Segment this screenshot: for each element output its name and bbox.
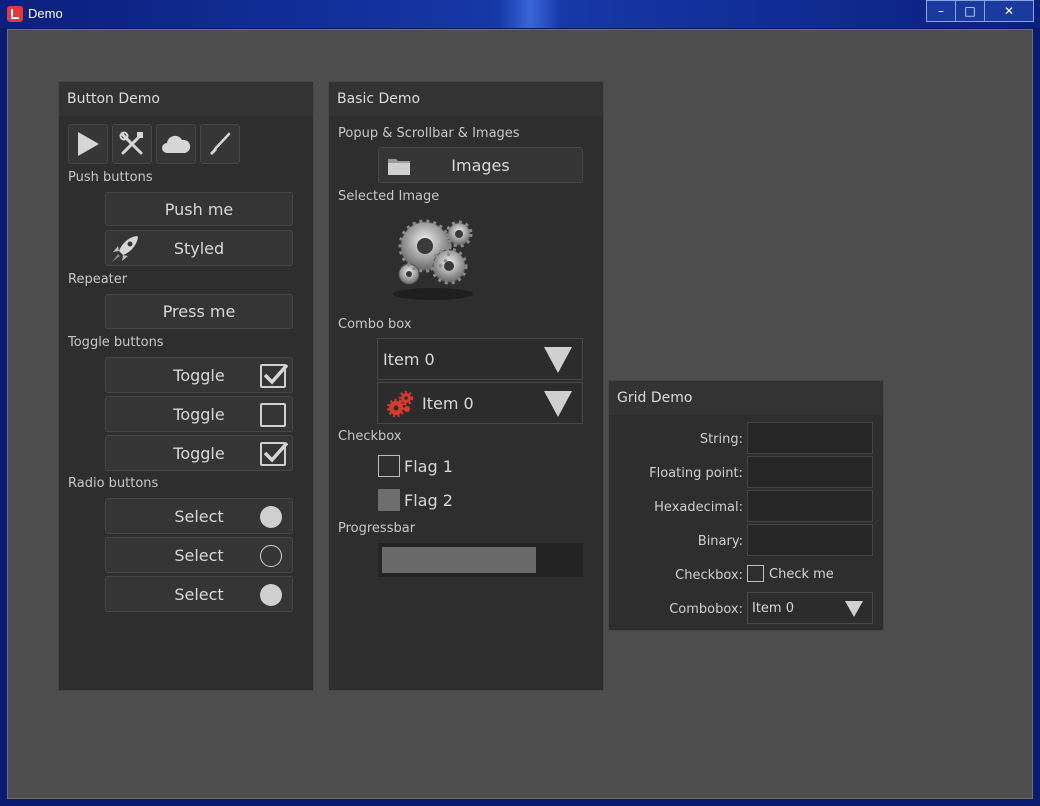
button-demo-panel: Button Demo Push buttons Push me Styled …	[58, 81, 314, 691]
styled-button-label: Styled	[173, 238, 225, 258]
radio-selected-icon	[260, 584, 282, 606]
selected-image-label: Selected Image	[338, 189, 440, 204]
combo-box-label: Combo box	[338, 317, 412, 332]
grid-demo-panel: Grid Demo String: Floating point: Hexade…	[608, 380, 884, 631]
client-area: Button Demo Push buttons Push me Styled …	[7, 29, 1033, 799]
grid-combobox[interactable]: Item 0	[747, 592, 873, 624]
progress-fill	[382, 547, 536, 573]
toggle-label: Toggle	[173, 443, 225, 463]
images-button-label: Images	[451, 155, 510, 175]
radio-button-3[interactable]: Select	[105, 576, 293, 612]
flag2-label: Flag 2	[404, 491, 453, 510]
combo-value: Item 0	[752, 601, 794, 616]
app-icon	[7, 6, 23, 22]
toggle-button-2[interactable]: Toggle	[105, 396, 293, 432]
combobox-label: Combobox:	[669, 602, 743, 617]
checkbox-label: Checkbox:	[675, 568, 743, 583]
binary-field[interactable]	[747, 524, 873, 556]
folder-icon	[387, 156, 411, 180]
toggle-button-1[interactable]: Toggle	[105, 357, 293, 393]
string-label: String:	[699, 432, 743, 447]
flag1-label: Flag 1	[404, 457, 453, 476]
binary-label: Binary:	[697, 534, 743, 549]
push-buttons-label: Push buttons	[68, 170, 153, 185]
toggle-label: Toggle	[173, 404, 225, 424]
press-me-button[interactable]: Press me	[105, 294, 293, 329]
gears-image[interactable]	[385, 212, 481, 302]
checkbox-section-label: Checkbox	[338, 429, 402, 444]
brush-icon[interactable]	[200, 124, 240, 164]
radio-label: Select	[174, 584, 224, 604]
play-icon[interactable]	[68, 124, 108, 164]
toggle-button-3[interactable]: Toggle	[105, 435, 293, 471]
gear-icon	[386, 390, 414, 422]
title-bar[interactable]: Demo – □ ✕	[0, 0, 1040, 28]
repeater-label: Repeater	[68, 272, 128, 287]
toggle-buttons-label: Toggle buttons	[68, 335, 164, 350]
basic-demo-panel: Basic Demo Popup & Scrollbar & Images Im…	[328, 81, 604, 691]
hexadecimal-field[interactable]	[747, 490, 873, 522]
images-button[interactable]: Images	[378, 147, 583, 183]
floating-point-field[interactable]	[747, 456, 873, 488]
checkbox-filled-icon	[378, 489, 400, 511]
rocket-icon	[109, 233, 141, 269]
checkbox-empty-icon	[747, 565, 764, 582]
chevron-down-icon	[544, 391, 572, 417]
panel-title: Button Demo	[59, 82, 313, 116]
hexadecimal-label: Hexadecimal:	[654, 500, 743, 515]
radio-buttons-label: Radio buttons	[68, 476, 159, 491]
window-title: Demo	[28, 6, 63, 21]
tools-icon[interactable]	[112, 124, 152, 164]
panel-title: Grid Demo	[609, 381, 883, 415]
checkbox-empty-icon	[378, 455, 400, 477]
radio-button-1[interactable]: Select	[105, 498, 293, 534]
unchecked-box-icon	[260, 403, 286, 427]
combo-value: Item 0	[383, 350, 435, 369]
chevron-down-icon	[845, 601, 863, 617]
flag1-checkbox[interactable]: Flag 1	[378, 454, 498, 480]
checkmark-icon	[260, 364, 288, 388]
checkmark-icon	[260, 442, 288, 466]
maximize-button[interactable]: □	[955, 0, 985, 22]
floating-point-label: Floating point:	[649, 466, 743, 481]
combo-box-1[interactable]: Item 0	[377, 338, 583, 380]
combo-value: Item 0	[422, 394, 474, 413]
progress-bar	[378, 543, 583, 577]
toggle-label: Toggle	[173, 365, 225, 385]
radio-selected-icon	[260, 506, 282, 528]
styled-button[interactable]: Styled	[105, 230, 293, 266]
flag2-checkbox[interactable]: Flag 2	[378, 488, 498, 514]
popup-label: Popup & Scrollbar & Images	[338, 126, 520, 141]
chevron-down-icon	[544, 347, 572, 373]
check-me-checkbox[interactable]: Check me	[747, 564, 867, 586]
cloud-icon[interactable]	[156, 124, 196, 164]
radio-button-2[interactable]: Select	[105, 537, 293, 573]
check-me-label: Check me	[769, 567, 834, 582]
radio-unselected-icon	[260, 545, 282, 567]
string-field[interactable]	[747, 422, 873, 454]
progressbar-label: Progressbar	[338, 521, 416, 536]
push-me-button[interactable]: Push me	[105, 192, 293, 226]
combo-box-2[interactable]: Item 0	[377, 382, 583, 424]
panel-title: Basic Demo	[329, 82, 603, 116]
radio-label: Select	[174, 506, 224, 526]
radio-label: Select	[174, 545, 224, 565]
close-button[interactable]: ✕	[984, 0, 1034, 22]
minimize-button[interactable]: –	[926, 0, 956, 22]
